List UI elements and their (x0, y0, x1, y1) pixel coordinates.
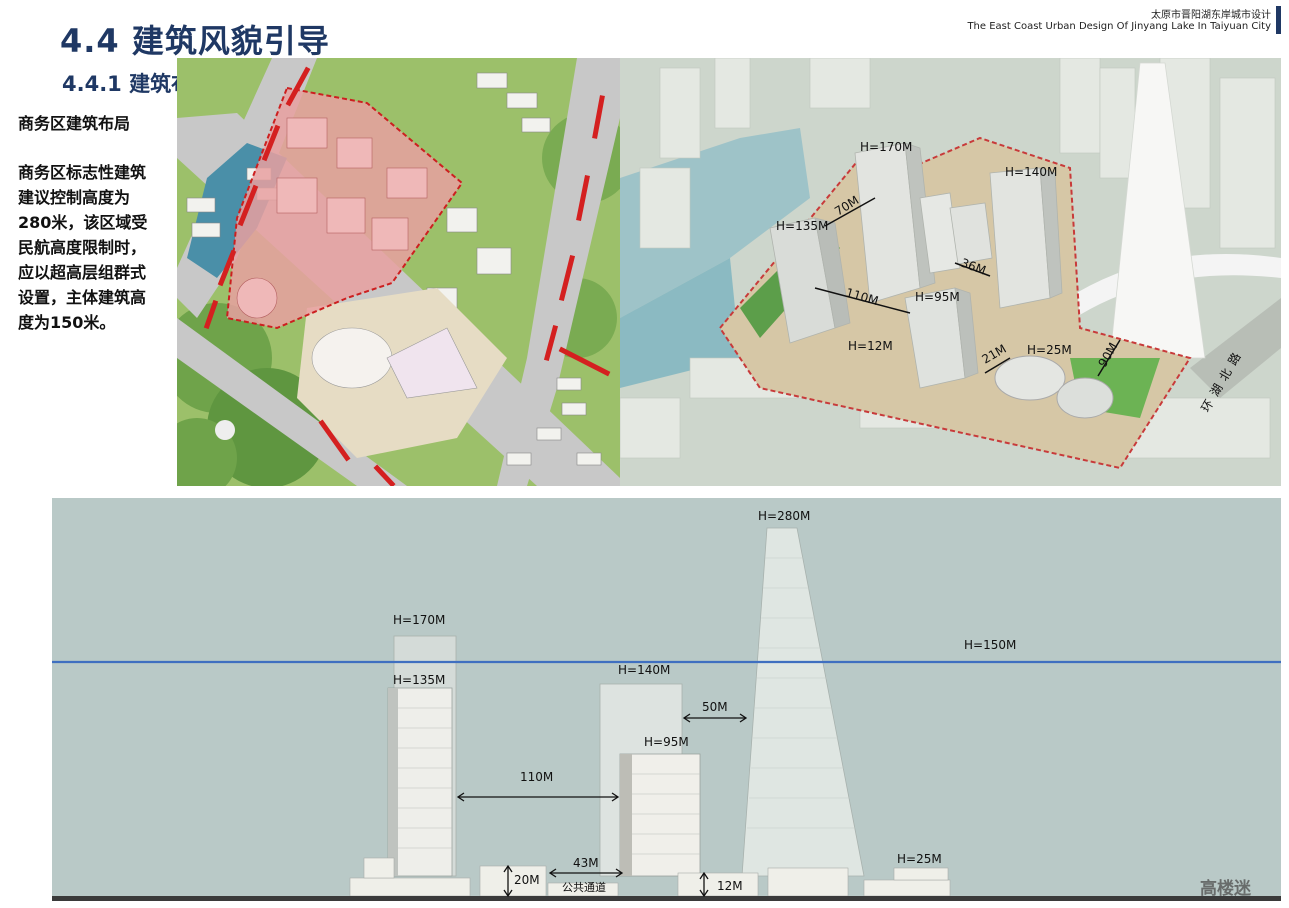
watermark: 高楼迷 (1200, 878, 1252, 899)
model-label-h135: H=135M (776, 219, 828, 233)
elev-label-h140: H=140M (618, 663, 670, 677)
sidebar-description: 商务区标志性建筑建议控制高度为280米，该区域受民航高度限制时，应以超高层组群式… (18, 163, 148, 332)
elev-label-h170: H=170M (393, 613, 445, 627)
project-name-cn: 太原市晋阳湖东岸城市设计 (1151, 10, 1271, 21)
elev-dim-50: 50M (702, 700, 728, 714)
elev-label-h135: H=135M (393, 673, 445, 687)
elev-dim-43: 43M (573, 856, 599, 870)
elev-label-h150: H=150M (964, 638, 1016, 652)
elev-dim-20: 20M (514, 873, 540, 887)
model-label-h25: H=25M (1027, 343, 1072, 357)
sidebar-heading: 商务区建筑布局 (18, 114, 131, 133)
header-accent-bar (1276, 6, 1281, 34)
elev-label-h25: H=25M (897, 852, 942, 866)
massing-model-image: H=170M H=140M H=135M H=95M H=12M H=25M 7… (620, 58, 1281, 486)
project-name-en: The East Coast Urban Design Of Jinyang L… (967, 21, 1271, 32)
elev-dim-110: 110M (520, 770, 553, 784)
page-title: 4.4 建筑风貌引导 (60, 22, 330, 60)
site-plan-image (177, 58, 620, 486)
elev-dim-12: 12M (717, 879, 743, 893)
elev-label-h95: H=95M (644, 735, 689, 749)
model-label-h140: H=140M (1005, 165, 1057, 179)
public-passage-label: 公共通道 (562, 880, 606, 894)
model-label-h170: H=170M (860, 140, 912, 154)
model-label-h12: H=12M (848, 339, 893, 353)
model-label-h95: H=95M (915, 290, 960, 304)
elevation-diagram: H=280M H=170M H=150M H=135M H=140M H=95M… (52, 498, 1281, 901)
elev-label-h280: H=280M (758, 509, 810, 523)
